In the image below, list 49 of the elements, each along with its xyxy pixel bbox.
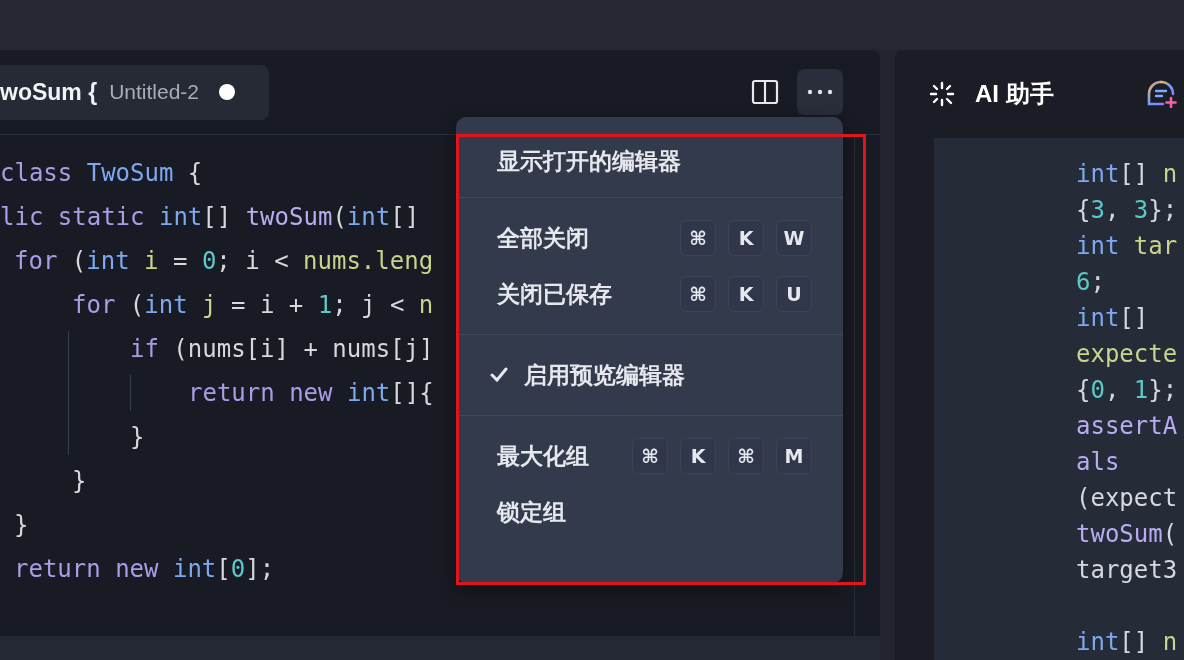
code-line: class TwoSum { xyxy=(0,158,203,189)
split-editor-icon[interactable] xyxy=(751,79,779,105)
shortcut-key: U xyxy=(776,276,812,312)
code-line: 6; xyxy=(1076,267,1105,298)
code-line: for (int i = 0; i < nums.leng xyxy=(14,246,434,277)
code-line: int tar xyxy=(1076,231,1178,262)
menu-item[interactable]: 锁定组 xyxy=(456,484,843,540)
code-line: for (int j = i + 1; j < n xyxy=(72,290,434,321)
shortcut-key: K xyxy=(728,220,764,256)
new-chat-icon[interactable] xyxy=(1147,80,1179,108)
code-line: int[] n xyxy=(1076,627,1178,658)
code-line: return new int[0]; xyxy=(14,554,275,585)
shortcut-key: K xyxy=(680,438,716,474)
panel-title: AI 助手 xyxy=(975,79,1054,109)
shortcut-key: M xyxy=(776,438,812,474)
shortcut-key: ⌘ xyxy=(632,438,668,474)
code-line: {0, 1}; xyxy=(1076,375,1178,406)
code-line: (expect xyxy=(1076,483,1178,514)
menu-item[interactable]: 关闭已保存 ⌘ K U xyxy=(456,266,843,322)
shortcut-key: K xyxy=(728,276,764,312)
shortcut-key: ⌘ xyxy=(680,220,716,256)
code-line: assertA xyxy=(1076,411,1178,442)
menu-item[interactable]: 最大化组 ⌘ K ⌘ M xyxy=(456,428,843,484)
shortcut-key: ⌘ xyxy=(728,438,764,474)
code-line: int[] xyxy=(1076,303,1149,334)
code-line: twoSum( xyxy=(1076,519,1178,550)
tab-title: woSum { xyxy=(0,78,98,106)
code-line: } xyxy=(14,510,29,541)
editor-tab[interactable]: woSum { Untitled-2 xyxy=(0,64,269,120)
more-icon xyxy=(807,89,833,95)
shortcut-key: W xyxy=(776,220,812,256)
menu-item[interactable]: 启用预览编辑器 xyxy=(456,347,843,403)
code-line: int[] n xyxy=(1076,159,1178,190)
code-line: {3, 3}; xyxy=(1076,195,1178,226)
code-line: expecte xyxy=(1076,339,1178,370)
shortcut-key: ⌘ xyxy=(680,276,716,312)
tab-file-name: Untitled-2 xyxy=(109,80,199,104)
more-button[interactable] xyxy=(797,69,843,115)
code-line: target3 xyxy=(1076,555,1178,586)
code-line: return new int[]{ xyxy=(188,378,434,409)
sparkle-icon xyxy=(929,81,955,107)
code-line: if (nums[i] + nums[j] xyxy=(130,334,434,365)
checkmark-icon xyxy=(490,367,508,383)
menu-item[interactable]: 显示打开的编辑器 xyxy=(456,137,843,185)
menu-item[interactable]: 全部关闭 ⌘ K W xyxy=(456,210,843,266)
code-line: } xyxy=(72,466,87,497)
code-line: als xyxy=(1076,447,1120,478)
code-line: lic static int[] twoSum(int[] xyxy=(0,202,420,233)
code-line: } xyxy=(130,422,145,453)
